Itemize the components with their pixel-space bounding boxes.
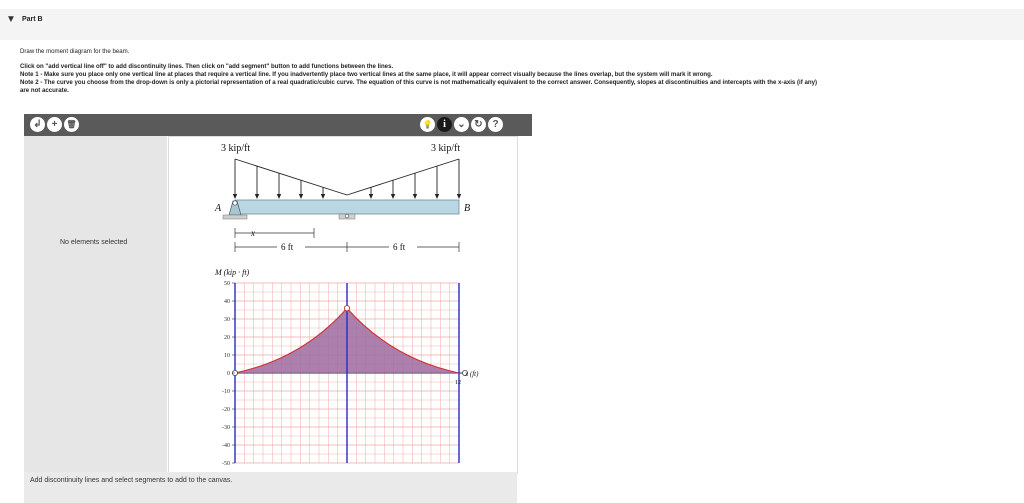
info-icon[interactable]: i	[437, 117, 452, 132]
hint-icon[interactable]: 💡	[420, 117, 435, 132]
y-tick-label: -30	[222, 425, 230, 431]
y-tick-label: 10	[224, 353, 230, 359]
load-top-left	[234, 158, 348, 196]
dim-x-label: x	[250, 228, 255, 238]
add-vertical-line-icon[interactable]: ↲	[30, 117, 45, 132]
no-selection-message: No elements selected	[60, 239, 128, 246]
trash-icon[interactable]: 🗑	[64, 117, 79, 132]
y-tick-label: -40	[222, 443, 230, 449]
label-a: A	[214, 203, 222, 214]
load-arrow-head	[320, 194, 326, 199]
label-b: B	[464, 203, 470, 214]
y-tick-label: 0	[227, 371, 230, 377]
load-arrow-head	[368, 194, 374, 199]
y-tick-label: 50	[224, 281, 230, 287]
dropdown-icon[interactable]: ⌄	[454, 117, 469, 132]
part-header[interactable]: ▼ Part B	[0, 9, 1024, 40]
instruction-note-1: Note 1 - Make sure you place only one ve…	[20, 71, 713, 78]
y-tick-label: -20	[222, 407, 230, 413]
properties-panel: No elements selected	[24, 136, 167, 474]
x-end-label: 12	[455, 380, 461, 386]
beam-body	[234, 199, 460, 215]
peak-point	[343, 305, 351, 312]
part-title: Part B	[22, 16, 43, 23]
instruction-note-2-cont: are not accurate.	[20, 87, 69, 94]
y-tick-label: 30	[224, 317, 230, 323]
instruction-note-2: Note 2 - The curve you choose from the d…	[20, 79, 817, 86]
y-axis-label: M (kip · ft)	[214, 268, 250, 277]
instruction-text: Draw the moment diagram for the beam.	[20, 48, 130, 55]
load-left-label: 3 kip/ft	[221, 143, 250, 154]
x-axis-label: x (ft)	[464, 370, 479, 378]
diagram-canvas[interactable]: 3 kip/ft 3 kip/ft A B x 6 ft 6 ft M (kip…	[168, 136, 518, 474]
y-tick-label: -10	[222, 389, 230, 395]
y-tick-label: -50	[222, 461, 230, 467]
load-arrows	[232, 159, 462, 199]
load-arrow-head	[298, 194, 304, 199]
add-segment-icon[interactable]: +	[47, 117, 62, 132]
load-top-right	[346, 158, 460, 196]
y-tick-label: 20	[224, 335, 230, 341]
help-icon[interactable]: ?	[488, 117, 503, 132]
canvas-footer: Add discontinuity lines and select segme…	[24, 472, 517, 503]
load-arrow-head	[390, 194, 396, 199]
y-tick-label: 40	[224, 299, 230, 305]
load-right-label: 3 kip/ft	[431, 143, 460, 154]
load-arrow-head	[254, 194, 260, 199]
dimension-spans	[234, 242, 460, 252]
footer-message: Add discontinuity lines and select segme…	[30, 477, 233, 484]
reset-icon[interactable]: ↻	[471, 117, 486, 132]
dimension-x	[234, 228, 315, 238]
load-arrow-head	[434, 194, 440, 199]
dim-left-label: 6 ft	[281, 242, 294, 252]
dim-right-label: 6 ft	[393, 242, 406, 252]
distributed-load	[234, 158, 460, 196]
diagram-svg[interactable]: 3 kip/ft 3 kip/ft A B x 6 ft 6 ft M (kip…	[169, 137, 517, 473]
support-mid	[338, 213, 356, 220]
load-arrow-head	[412, 194, 418, 199]
load-arrow-head	[276, 194, 282, 199]
toolbar: ↲ + 🗑 💡 i ⌄ ↻ ?	[24, 114, 532, 136]
load-arrow-head	[456, 194, 462, 199]
collapse-caret-icon[interactable]: ▼	[6, 14, 16, 25]
instruction-text: Click on "add vertical line off" to add …	[20, 63, 394, 70]
load-arrow-head	[232, 194, 238, 199]
